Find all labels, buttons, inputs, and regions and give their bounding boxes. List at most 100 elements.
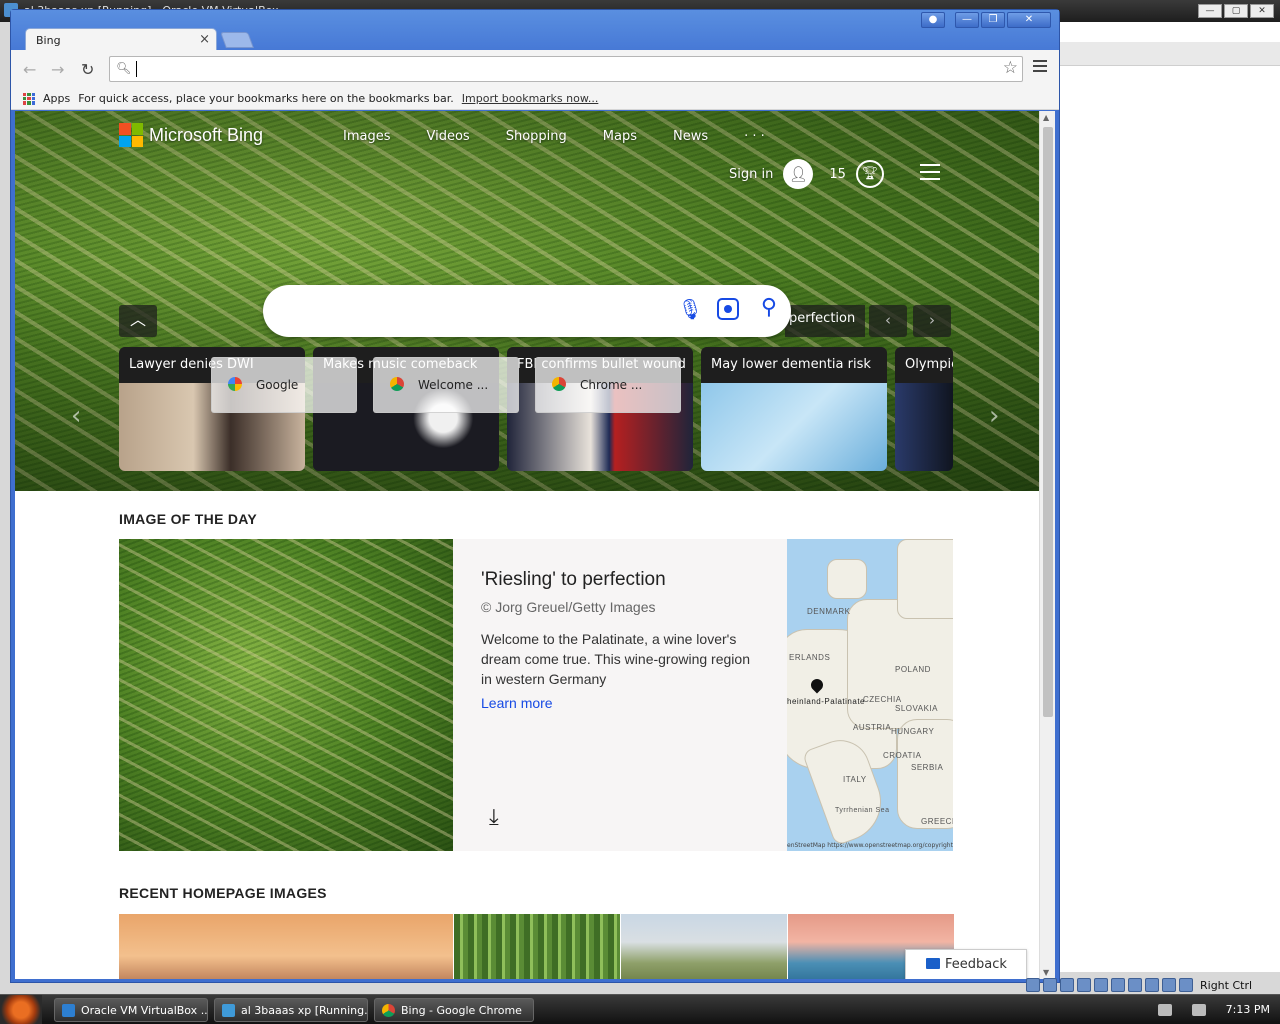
sign-in-link[interactable]: Sign in: [729, 167, 773, 182]
nav-news[interactable]: News: [673, 129, 708, 144]
scrollbar-thumb[interactable]: [1043, 127, 1053, 717]
bing-logo[interactable]: Microsoft Bing: [119, 123, 263, 147]
recent-image[interactable]: [621, 914, 787, 979]
host-minimize-button[interactable]: —: [1198, 4, 1222, 18]
map-label: CROATIA: [883, 751, 922, 760]
host-maximize-button[interactable]: ▢: [1224, 4, 1248, 18]
news-card[interactable]: May lower dementia risk: [701, 347, 887, 471]
collapse-up-button[interactable]: ︿: [119, 305, 157, 337]
tab-close-icon[interactable]: ×: [199, 32, 210, 47]
download-icon[interactable]: ⤓: [489, 805, 499, 830]
tab-bing[interactable]: Bing ×: [25, 28, 217, 52]
web-page: Microsoft Bing Images Videos Shopping Ma…: [15, 111, 1039, 979]
iotd-section-title: IMAGE OF THE DAY: [119, 511, 258, 527]
rewards-points[interactable]: 15: [829, 167, 846, 182]
map-label: DENMARK: [807, 607, 851, 616]
tab-preview-welcome[interactable]: Welcome ...: [373, 357, 519, 413]
text-caret: [136, 61, 137, 77]
vm-network-icon[interactable]: [1077, 978, 1091, 992]
taskbar-item-label: Oracle VM VirtualBox ...: [81, 1004, 208, 1017]
top-nav: Images Videos Shopping Maps News · · ·: [343, 129, 801, 144]
vm-usb-icon[interactable]: [1094, 978, 1108, 992]
hamburger-menu-icon[interactable]: [919, 163, 940, 185]
news-card-title: Olympic: [895, 347, 953, 383]
microphone-icon[interactable]: 🎙︎: [678, 297, 703, 321]
taskbar-item-vm[interactable]: al 3baaas xp [Running...: [214, 998, 368, 1022]
nav-shopping[interactable]: Shopping: [506, 129, 567, 144]
vm-audio-icon[interactable]: [1060, 978, 1074, 992]
map-label: ITALY: [843, 775, 867, 784]
vm-disk-icon[interactable]: [1026, 978, 1040, 992]
carousel-left-icon[interactable]: ‹: [71, 401, 81, 431]
feedback-icon: [926, 958, 940, 969]
news-card[interactable]: Olympic: [895, 347, 953, 471]
taskbar-item-label: al 3baaas xp [Running...: [241, 1004, 368, 1017]
bookmark-star-icon[interactable]: ☆: [1003, 58, 1018, 78]
page-scrollbar[interactable]: ▲ ▼: [1039, 111, 1055, 979]
nav-maps[interactable]: Maps: [603, 129, 637, 144]
minimize-button[interactable]: —: [955, 12, 979, 28]
feedback-button[interactable]: Feedback: [905, 949, 1027, 979]
iotd-credit: © Jorg Greuel/Getty Images: [481, 599, 656, 615]
visual-search-icon[interactable]: [717, 298, 739, 320]
start-button[interactable]: [0, 995, 42, 1024]
user-avatar-icon[interactable]: 👤︎: [783, 159, 814, 189]
learn-more-link[interactable]: Learn more: [481, 695, 759, 711]
search-box[interactable]: 🎙︎ ⚲: [263, 285, 791, 337]
restore-button[interactable]: ❐: [981, 12, 1005, 28]
taskbar-item-chrome[interactable]: Bing - Google Chrome: [374, 998, 534, 1022]
hero-caption[interactable]: perfection: [785, 305, 866, 337]
news-card-image: [701, 383, 887, 471]
bookmarks-bar: Apps For quick access, place your bookma…: [11, 88, 1059, 110]
search-icon[interactable]: ⚲: [761, 295, 777, 320]
iotd-map[interactable]: DENMARK POLAND ERLANDS CZECHIA SLOVAKIA …: [787, 539, 953, 851]
network-icon[interactable]: [1191, 1003, 1206, 1016]
import-bookmarks-link[interactable]: Import bookmarks now...: [462, 92, 599, 105]
vm-display-icon[interactable]: [1128, 978, 1142, 992]
nav-videos[interactable]: Videos: [427, 129, 470, 144]
host-close-button[interactable]: ✕: [1250, 4, 1274, 18]
vm-recording-icon[interactable]: [1145, 978, 1159, 992]
bookmarks-hint: For quick access, place your bookmarks h…: [78, 92, 454, 105]
previous-image-button[interactable]: ‹: [869, 305, 907, 337]
vm-optical-icon[interactable]: [1043, 978, 1057, 992]
address-bar[interactable]: 🔍︎ ☆: [109, 56, 1023, 82]
reload-button[interactable]: ↻: [81, 60, 94, 79]
new-tab-button[interactable]: [220, 32, 254, 48]
back-button[interactable]: ←: [23, 60, 36, 79]
keyboard-icon[interactable]: [1157, 1003, 1172, 1016]
nav-images[interactable]: Images: [343, 129, 391, 144]
scroll-up-icon[interactable]: ▲: [1043, 113, 1049, 122]
host-background-window-bar: [1060, 42, 1280, 66]
forward-button[interactable]: →: [51, 60, 64, 79]
tab-preview-chrome[interactable]: Chrome ...: [535, 357, 681, 413]
chrome-icon: [552, 377, 566, 391]
iotd-image[interactable]: [119, 539, 453, 851]
apps-icon[interactable]: [23, 92, 35, 105]
nav-more[interactable]: · · ·: [744, 129, 765, 144]
close-button[interactable]: ✕: [1007, 12, 1051, 28]
iotd-description: Welcome to the Palatinate, a wine lover'…: [481, 631, 750, 687]
hero-background: Microsoft Bing Images Videos Shopping Ma…: [15, 111, 1039, 491]
profile-icon[interactable]: ●: [921, 12, 945, 28]
chrome-window-controls: ● — ❐ ✕: [921, 12, 1051, 28]
logo-text: Microsoft Bing: [149, 124, 264, 145]
chrome-menu-button[interactable]: [1033, 60, 1047, 75]
tab-preview-label: Chrome ...: [580, 378, 643, 392]
apps-link[interactable]: Apps: [43, 92, 70, 105]
tab-preview-label: Welcome ...: [418, 378, 489, 392]
recent-image[interactable]: [119, 914, 453, 979]
clock[interactable]: 7:13 PM: [1226, 1003, 1270, 1016]
next-image-button[interactable]: ›: [913, 305, 951, 337]
map-label: CZECHIA: [863, 695, 902, 704]
rewards-trophy-icon[interactable]: 🏆︎: [855, 160, 884, 188]
map-land: [827, 559, 867, 599]
recent-image[interactable]: [454, 914, 620, 979]
carousel-right-icon[interactable]: ›: [989, 401, 999, 431]
taskbar-item-virtualbox[interactable]: Oracle VM VirtualBox ...: [54, 998, 208, 1022]
taskbar: Oracle VM VirtualBox ... al 3baaas xp [R…: [0, 994, 1280, 1024]
tab-preview-google[interactable]: Google: [211, 357, 357, 413]
vm-mouse-icon[interactable]: [1179, 978, 1193, 992]
vm-cpu-icon[interactable]: [1162, 978, 1176, 992]
vm-shared-folder-icon[interactable]: [1111, 978, 1125, 992]
